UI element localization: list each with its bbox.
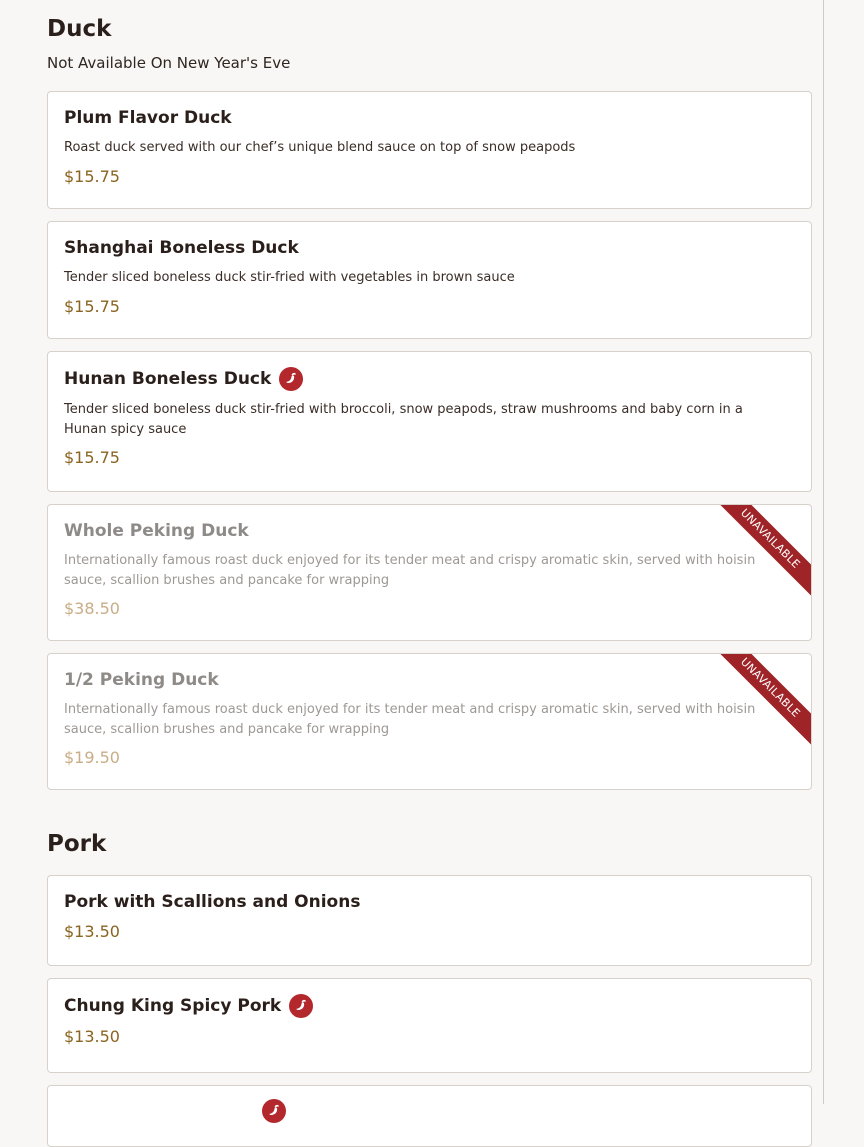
item-name: 1/2 Peking Duck <box>64 670 219 690</box>
item-name: Chung King Spicy Pork <box>64 996 282 1016</box>
menu-item-chung-king-spicy-pork[interactable]: Chung King Spicy Pork $13.50 <box>47 978 812 1073</box>
item-description: Internationally famous roast duck enjoye… <box>64 553 756 588</box>
item-title: Whole Peking Duck <box>64 520 795 542</box>
chili-pepper-icon <box>279 367 304 391</box>
menu-item-whole-peking-duck[interactable]: Whole Peking Duck Internationally famous… <box>47 504 812 641</box>
item-price: $15.75 <box>64 296 120 316</box>
item-title: Chung King Spicy Pork <box>64 994 795 1018</box>
item-description: Internationally famous roast duck enjoye… <box>64 702 756 737</box>
section-note: Not Available On New Year's Eve <box>47 54 291 72</box>
item-name: Shanghai Boneless Duck <box>64 238 299 258</box>
item-price: $19.50 <box>64 748 120 767</box>
item-price: $38.50 <box>64 599 120 618</box>
menu-item-partial[interactable] <box>47 1085 812 1147</box>
item-name: Hunan Boneless Duck <box>64 369 272 389</box>
chili-pepper-icon <box>289 994 314 1018</box>
menu-item-plum-flavor-duck[interactable]: Plum Flavor Duck Roast duck served with … <box>47 91 812 209</box>
section-title: Duck <box>47 16 112 42</box>
item-price: $15.75 <box>64 166 120 186</box>
item-price: $15.75 <box>64 448 120 467</box>
section-duck: Duck Not Available On New Year's Eve <box>47 14 812 73</box>
item-title: Pork with Scallions and Onions <box>64 891 795 913</box>
menu-item-pork-with-scallions-and-onions[interactable]: Pork with Scallions and Onions $13.50 <box>47 875 812 966</box>
item-description: Tender sliced boneless duck stir-fried w… <box>64 270 515 285</box>
item-name: Whole Peking Duck <box>64 521 249 541</box>
section-pork: Pork <box>47 829 812 859</box>
item-description: Roast duck served with our chef’s unique… <box>64 140 576 155</box>
chili-pepper-icon <box>262 1099 286 1123</box>
menu-item-hunan-boneless-duck[interactable]: Hunan Boneless Duck Tender sliced bonele… <box>47 351 812 492</box>
menu-item-shanghai-boneless-duck[interactable]: Shanghai Boneless Duck Tender sliced bon… <box>47 221 812 339</box>
menu-item-half-peking-duck[interactable]: 1/2 Peking Duck Internationally famous r… <box>47 653 812 790</box>
item-title: Shanghai Boneless Duck <box>64 237 795 259</box>
item-price: $13.50 <box>64 922 120 941</box>
item-description: Tender sliced boneless duck stir-fried w… <box>64 402 743 437</box>
item-name: Plum Flavor Duck <box>64 108 232 128</box>
page-divider <box>823 0 824 1104</box>
item-title: Plum Flavor Duck <box>64 107 795 129</box>
section-title: Pork <box>47 831 107 857</box>
item-title: 1/2 Peking Duck <box>64 669 795 691</box>
item-name: Pork with Scallions and Onions <box>64 892 361 912</box>
item-title: Hunan Boneless Duck <box>64 367 795 391</box>
item-price: $13.50 <box>64 1027 120 1046</box>
